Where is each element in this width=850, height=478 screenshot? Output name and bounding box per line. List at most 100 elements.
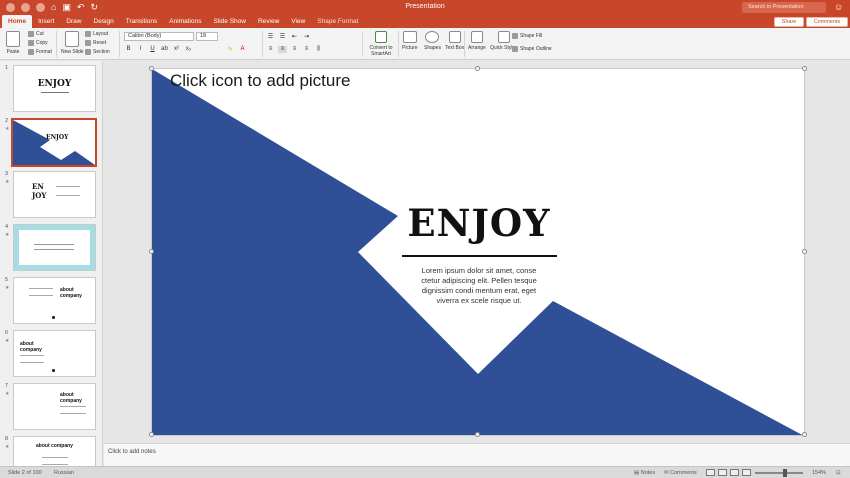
shape-outline-button[interactable]: Shape Outline — [512, 46, 552, 52]
smiley-feedback-icon[interactable]: ☺ — [834, 2, 843, 12]
slide-thumbnail-pane[interactable]: 1 ENJOY 2 ★ ENJOY 3 ★ EN JOY 4 ★ 5 ★ abo… — [0, 61, 103, 466]
decrease-indent-icon[interactable]: ⇤ — [290, 33, 299, 40]
slide-thumbnail-4[interactable]: 4 ★ — [0, 222, 102, 272]
resize-handle-left[interactable] — [149, 249, 154, 254]
notes-pane[interactable]: Click to add notes — [104, 443, 850, 466]
slide-thumbnail-7[interactable]: 7 ★ about company — [0, 381, 102, 431]
thumbnail-text-lines — [42, 457, 68, 465]
tab-draw[interactable]: Draw — [60, 15, 87, 28]
comments-button[interactable]: Comments — [806, 17, 848, 27]
paste-icon — [6, 31, 20, 47]
tab-view[interactable]: View — [285, 15, 311, 28]
zoom-slider-knob[interactable] — [783, 469, 787, 477]
slide-sorter-view-icon[interactable] — [718, 469, 727, 476]
title-underline — [402, 255, 557, 257]
font-size-select[interactable]: 18 — [196, 32, 218, 41]
comments-toggle[interactable]: ✉ Comments — [664, 469, 697, 477]
tab-home[interactable]: Home — [2, 15, 33, 28]
blue-triangle-shape[interactable] — [152, 69, 805, 436]
reading-view-icon[interactable] — [730, 469, 739, 476]
layout-button[interactable]: Layout — [85, 31, 108, 37]
resize-handle-bottom[interactable] — [475, 432, 480, 437]
increase-indent-icon[interactable]: ⇥ — [302, 33, 311, 40]
arrange-icon — [470, 31, 483, 43]
text-box-button[interactable]: Text Box — [445, 31, 464, 51]
language-indicator[interactable]: Russian — [54, 469, 74, 477]
slideshow-view-icon[interactable] — [742, 469, 751, 476]
slide-thumbnail-6[interactable]: 6 ★ about company — [0, 328, 102, 378]
tab-shape-format[interactable]: Shape Format — [311, 15, 364, 28]
reset-button[interactable]: Reset — [85, 40, 106, 46]
slide-editor[interactable]: Click icon to add picture ENJOY Lorem ip… — [104, 61, 850, 443]
align-right-icon[interactable]: ≡ — [290, 46, 299, 53]
slide-number: 3 — [5, 171, 9, 177]
align-left-icon[interactable]: ≡ — [266, 46, 275, 53]
convert-smartart-button[interactable]: Convert to SmartArt — [369, 31, 393, 57]
reset-icon — [85, 40, 91, 46]
shapes-button[interactable]: Shapes — [424, 31, 441, 51]
smartart-icon — [375, 31, 387, 43]
slide-thumbnail-1[interactable]: 1 ENJOY — [0, 63, 102, 113]
resize-handle-top-right[interactable] — [802, 66, 807, 71]
strikethrough-icon[interactable]: ab — [160, 46, 169, 52]
picture-placeholder[interactable]: Click icon to add picture — [170, 71, 350, 91]
search-field[interactable]: Search in Presentation — [742, 2, 826, 13]
shape-fill-button[interactable]: Shape Fill — [512, 33, 542, 39]
tab-review[interactable]: Review — [252, 15, 285, 28]
thumbnail-title: about company — [36, 443, 73, 449]
resize-handle-top-left[interactable] — [149, 66, 154, 71]
thumbnail-dot — [52, 316, 55, 319]
tab-animations[interactable]: Animations — [163, 15, 207, 28]
resize-handle-bottom-right[interactable] — [802, 432, 807, 437]
subscript-icon[interactable]: x₂ — [184, 46, 193, 52]
tab-transitions[interactable]: Transitions — [120, 15, 164, 28]
tab-slide-show[interactable]: Slide Show — [207, 15, 252, 28]
format-painter-button[interactable]: Format — [28, 49, 52, 55]
superscript-icon[interactable]: x² — [172, 46, 181, 52]
star-icon: ★ — [5, 391, 10, 397]
ribbon-divider — [56, 31, 57, 57]
notes-placeholder[interactable]: Click to add notes — [108, 449, 156, 455]
underline-icon[interactable]: U — [148, 46, 157, 52]
resize-handle-right[interactable] — [802, 249, 807, 254]
tab-design[interactable]: Design — [88, 15, 120, 28]
columns-icon[interactable]: ⫼ — [314, 46, 323, 53]
justify-icon[interactable]: ≡ — [302, 46, 311, 53]
resize-handle-top[interactable] — [475, 66, 480, 71]
paste-button[interactable]: Paste — [6, 31, 20, 55]
font-name-select[interactable]: Calibri (Body) — [124, 32, 194, 41]
bold-icon[interactable]: B — [124, 46, 133, 52]
zoom-level[interactable]: 154% — [812, 469, 826, 477]
highlight-icon[interactable]: ✎ — [226, 46, 235, 53]
cut-button[interactable]: Cut — [28, 31, 44, 37]
thumbnail-title: ENJOY — [46, 134, 69, 141]
thumbnail-title: ENJOY — [37, 79, 72, 89]
picture-button[interactable]: Picture — [402, 31, 418, 51]
slide-thumbnail-8[interactable]: 8 ★ about company — [0, 434, 102, 466]
align-center-icon[interactable]: ≡ — [278, 46, 287, 53]
resize-handle-bottom-left[interactable] — [149, 432, 154, 437]
slide-thumbnail-5[interactable]: 5 ★ about company — [0, 275, 102, 325]
slide-thumbnail-2[interactable]: 2 ★ ENJOY — [0, 116, 102, 167]
notes-toggle[interactable]: ▤ Notes — [634, 469, 655, 477]
thumbnail-title: about company — [60, 287, 82, 299]
new-slide-button[interactable]: New Slide — [61, 31, 84, 55]
share-button[interactable]: Share — [774, 17, 804, 27]
copy-button[interactable]: Copy — [28, 40, 48, 46]
fit-slide-icon[interactable]: ⊡ — [836, 469, 841, 477]
italic-icon[interactable]: I — [136, 46, 145, 52]
bullets-icon[interactable]: ☰ — [266, 33, 275, 40]
tab-insert[interactable]: Insert — [32, 15, 60, 28]
numbering-icon[interactable]: ☰ — [278, 33, 287, 40]
normal-view-icon[interactable] — [706, 469, 715, 476]
slide-title[interactable]: ENJOY — [399, 201, 559, 245]
font-color-icon[interactable]: A — [238, 46, 247, 53]
zoom-slider[interactable] — [755, 469, 803, 477]
notes-icon: ▤ — [634, 470, 641, 476]
slide-body-text[interactable]: Lorem ipsum dolor sit amet, conse ctetur… — [414, 266, 544, 306]
arrange-button[interactable]: Arrange — [468, 31, 486, 51]
section-button[interactable]: Section — [85, 49, 110, 55]
slide-thumbnail-3[interactable]: 3 ★ EN JOY — [0, 169, 102, 219]
current-slide[interactable]: Click icon to add picture ENJOY Lorem ip… — [151, 68, 805, 436]
comments-toggle-label: Comments — [670, 470, 697, 476]
